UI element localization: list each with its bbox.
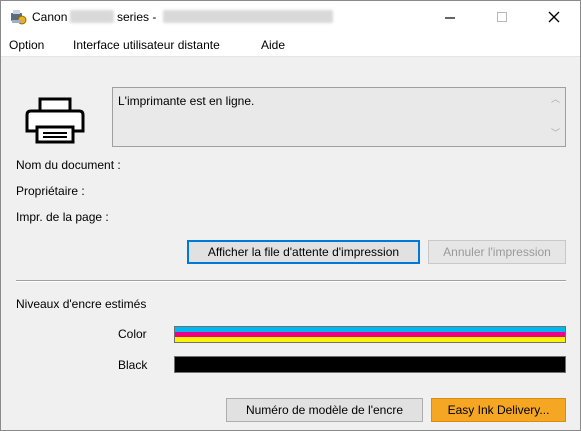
scroll-up-icon[interactable]: ︿ [551,94,560,104]
section-separator [16,280,566,282]
ink-bar-black [174,356,566,373]
ink-model-number-button[interactable]: Numéro de modèle de l'encre [226,398,423,422]
status-message-box[interactable]: L'imprimante est en ligne. ︿ ﹀ [112,87,566,147]
ink-levels-title: Niveaux d'encre estimés [16,297,147,311]
page-label: Impr. de la page : [16,210,109,224]
title-series: series - [117,10,157,24]
app-icon [11,10,27,25]
status-message: L'imprimante est en ligne. [118,94,255,108]
close-button[interactable] [531,1,577,32]
printer-icon [25,97,85,144]
cancel-printing-button: Annuler l'impression [428,240,566,264]
menu-remote-ui[interactable]: Interface utilisateur distante [73,38,220,52]
menu-help[interactable]: Aide [261,38,285,52]
scroll-down-icon[interactable]: ﹀ [551,128,560,138]
document-name-label: Nom du document : [16,158,121,172]
close-icon [548,11,560,22]
menu-option[interactable]: Option [9,38,44,52]
maximize-icon [497,11,507,22]
title-redacted-model [70,10,114,23]
ink-label-black: Black [118,358,148,372]
title-redacted-device [163,10,333,23]
minimize-icon [445,16,455,19]
title-bar[interactable]: Canon series - [1,1,580,32]
owner-label: Propriétaire : [16,184,85,198]
ink-label-color: Color [118,327,147,341]
status-scrollbar[interactable]: ︿ ﹀ [549,90,563,144]
printer-status-window: Canon series - Option Interface utilisat… [0,0,581,431]
maximize-button [479,1,525,32]
title-brand: Canon [32,10,68,24]
easy-ink-delivery-button[interactable]: Easy Ink Delivery... [431,398,566,422]
show-print-queue-button[interactable]: Afficher la file d'attente d'impression [187,240,420,264]
minimize-button[interactable] [427,1,473,32]
menu-bar: Option Interface utilisateur distante Ai… [1,32,580,57]
ink-bar-color [174,326,566,343]
